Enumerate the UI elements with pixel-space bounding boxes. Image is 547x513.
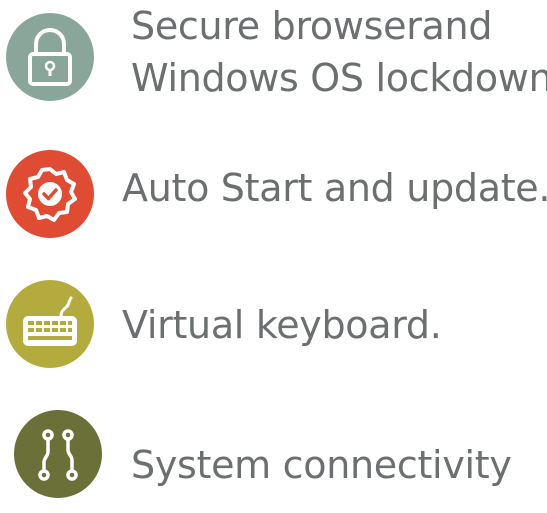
connectivity-icon	[14, 410, 102, 498]
feature-label-line1: System connectivity	[131, 443, 512, 487]
check-badge-icon	[6, 150, 94, 238]
feature-list: Secure browserand Windows OS lockdown. A…	[0, 0, 547, 513]
keyboard-icon	[6, 280, 94, 368]
feature-label-line1: Virtual keyboard.	[122, 303, 442, 347]
padlock-icon	[6, 13, 94, 101]
feature-label: Auto Start and update.	[122, 162, 547, 214]
feature-label-line2: Windows OS lockdown.	[131, 56, 547, 100]
feature-label: Secure browserand Windows OS lockdown.	[131, 0, 547, 104]
feature-label-line1: Secure browserand	[131, 4, 493, 48]
feature-label: System connectivity	[131, 439, 512, 491]
feature-label-line1: Auto Start and update.	[122, 166, 547, 210]
feature-label: Virtual keyboard.	[122, 299, 442, 351]
